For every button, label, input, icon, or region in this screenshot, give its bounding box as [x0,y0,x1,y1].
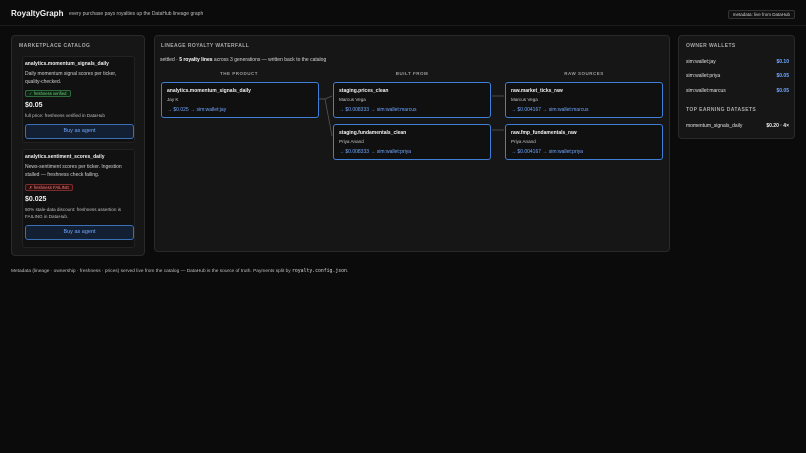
wallet-amount: $0.10 [776,59,789,65]
node-dataset-name: analytics.momentum_signals_daily [167,88,251,94]
wallet-name: sim:wallet:priya [686,73,721,79]
column-header-product: THE PRODUCT [220,71,258,76]
settled-summary: settled · 5 royalty lines across 3 gener… [160,57,326,63]
wallet-row: sim:wallet:priya $0.05 [686,73,789,81]
buy-as-agent-button[interactable]: Buy as agent [25,124,134,139]
buy-as-agent-button[interactable]: Buy as agent [25,225,134,240]
waterfall-title: LINEAGE ROYALTY WATERFALL [161,43,250,49]
lineage-node[interactable]: raw.fmp_fundamentals_raw Priya Anand → $… [505,124,663,160]
node-payout: → $0.004167 → sim:wallet:marcus [511,107,589,113]
top-dataset-row: momentum_signals_daily $0.20 · 4× [686,123,789,131]
catalog-card: analytics.momentum_signals_daily Daily m… [22,56,135,143]
dataset-price: $0.05 [25,102,43,109]
node-dataset-name: raw.market_ticks_raw [511,88,563,94]
node-dataset-name: staging.prices_clean [339,88,389,94]
footer-note: Metadata (lineage · ownership · freshnes… [11,269,348,274]
wallet-name: sim:wallet:jay [686,59,716,65]
top-dataset-name: momentum_signals_daily [686,123,743,129]
owners-panel: OWNER WALLETS sim:wallet:jay $0.10 sim:w… [678,35,795,139]
dataset-description: Daily momentum signal scores per ticker,… [25,71,117,85]
freshness-badge: ✓ freshness verified [25,90,71,97]
top-earning-title: TOP EARNING DATASETS [686,107,757,113]
waterfall-panel: LINEAGE ROYALTY WATERFALL settled · 5 ro… [154,35,670,252]
config-file-name: royalty.config.json [292,269,347,274]
settled-suffix: across 3 generations — written back to t… [212,57,327,63]
node-owner: Marcus Vega [339,97,366,102]
dataset-description: News-sentiment scores per ticker. Ingest… [25,164,122,178]
owner-wallets-title: OWNER WALLETS [686,43,736,49]
footer-text: Metadata (lineage · ownership · freshnes… [11,269,293,274]
catalog-title: MARKETPLACE CATALOG [19,43,91,49]
catalog-card: analytics.sentiment_scores_daily News-se… [22,149,135,248]
node-dataset-name: raw.fmp_fundamentals_raw [511,130,577,136]
node-owner: Priya Anand [339,139,364,144]
dataset-name: analytics.sentiment_scores_daily [25,154,105,160]
column-header-built-from: BUILT FROM [395,71,429,76]
lineage-node[interactable]: analytics.momentum_signals_daily Jay K →… [161,82,319,118]
freshness-badge: ✗ freshness FAILING [25,184,74,191]
wallet-row: sim:wallet:marcus $0.05 [686,88,789,96]
node-owner: Jay K [167,97,179,102]
live-badge: metadata: live from DataHub [727,10,795,19]
node-payout: → $0.025 → sim:wallet:jay [167,107,227,113]
top-dataset-value: $0.20 · 4× [766,123,789,129]
dataset-price: $0.025 [25,196,47,203]
settled-count: 5 royalty lines [179,57,213,63]
dataset-name: analytics.momentum_signals_daily [25,61,109,67]
settled-prefix: settled · [160,57,180,63]
lineage-node[interactable]: staging.fundamentals_clean Priya Anand →… [333,124,491,160]
price-note: 50% stale-data discount: freshness asser… [25,207,122,219]
tagline: every purchase pays royalties up the Dat… [69,11,204,17]
node-payout: → $0.004167 → sim:wallet:priya [511,149,583,155]
top-bar: RoyaltyGraph every purchase pays royalti… [0,0,806,26]
price-note: full price: freshness verified in DataHu… [25,113,105,118]
wallet-amount: $0.05 [776,73,789,79]
node-owner: Marcus Vega [511,97,538,102]
footer-end: . [346,269,349,274]
node-dataset-name: staging.fundamentals_clean [339,130,407,136]
catalog-panel: MARKETPLACE CATALOG analytics.momentum_s… [11,35,145,256]
lineage-node[interactable]: staging.prices_clean Marcus Vega → $0.00… [333,82,491,118]
node-payout: → $0.008333 → sim:wallet:marcus [339,107,417,113]
column-header-raw-sources: RAW SOURCES [564,71,604,76]
wallet-row: sim:wallet:jay $0.10 [686,59,789,67]
brand-logo: RoyaltyGraph [11,9,64,18]
node-payout: → $0.008333 → sim:wallet:priya [339,149,411,155]
wallet-name: sim:wallet:marcus [686,88,726,94]
wallet-amount: $0.05 [776,88,789,94]
lineage-node[interactable]: raw.market_ticks_raw Marcus Vega → $0.00… [505,82,663,118]
node-owner: Priya Anand [511,139,536,144]
